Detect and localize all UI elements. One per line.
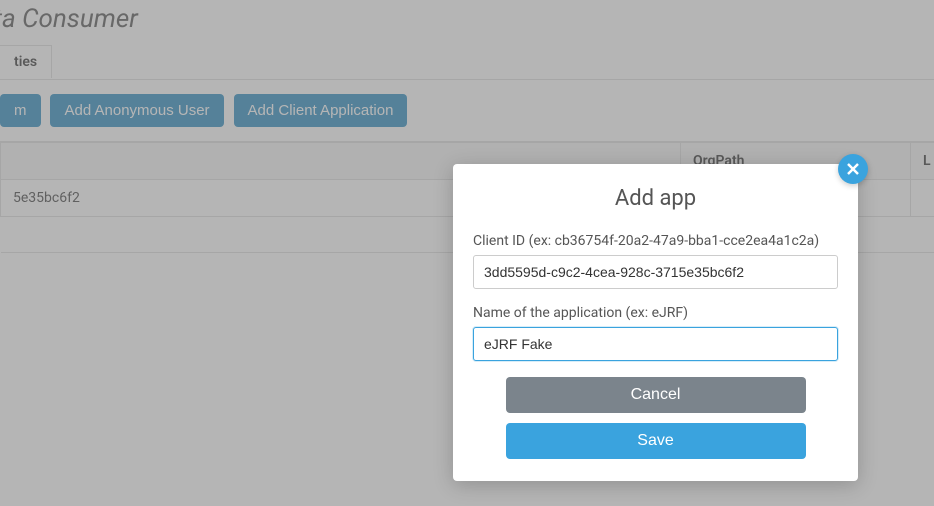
cancel-button[interactable]: Cancel bbox=[506, 377, 806, 413]
modal-close-button[interactable] bbox=[838, 154, 868, 184]
save-button[interactable]: Save bbox=[506, 423, 806, 459]
modal-title: Add app bbox=[473, 186, 838, 211]
app-name-label: Name of the application (ex: eJRF) bbox=[473, 305, 838, 321]
close-icon bbox=[846, 162, 860, 176]
client-id-input[interactable] bbox=[473, 255, 838, 289]
client-id-label: Client ID (ex: cb36754f-20a2-47a9-bba1-c… bbox=[473, 233, 838, 249]
add-app-modal: Add app Client ID (ex: cb36754f-20a2-47a… bbox=[453, 164, 858, 481]
app-name-input[interactable] bbox=[473, 327, 838, 361]
